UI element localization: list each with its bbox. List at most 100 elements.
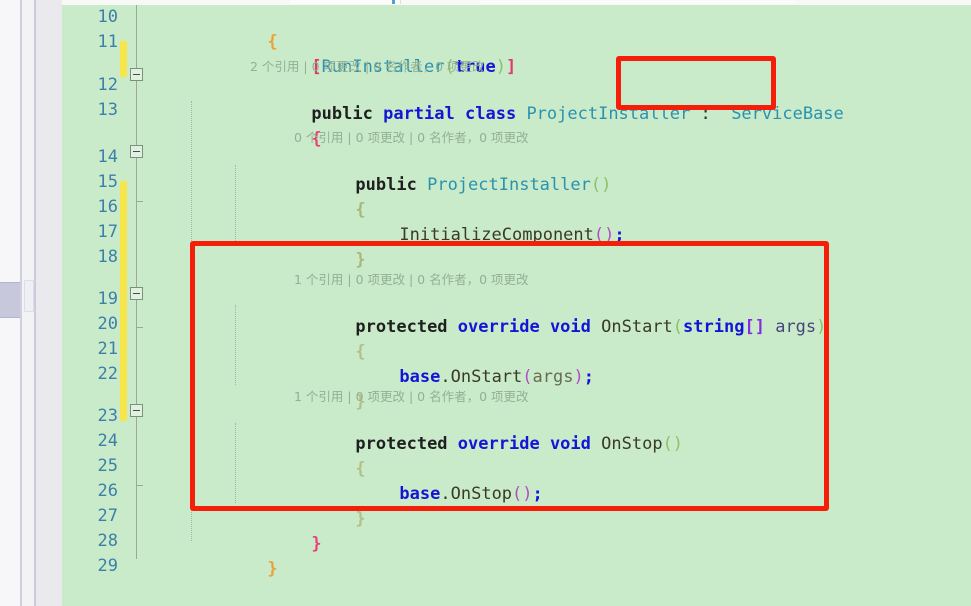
line-number: 25 bbox=[97, 456, 118, 476]
code-line-21-base-onstart[interactable]: base.OnStart(args); bbox=[338, 340, 594, 387]
statement-semicolon: ; bbox=[614, 225, 625, 245]
param-name-args: args bbox=[775, 317, 817, 337]
base-onstart-arg-args: args bbox=[532, 367, 574, 387]
line-number: 20 bbox=[97, 314, 118, 334]
keyword-override-onstart: override bbox=[457, 317, 540, 337]
keyword-base-onstart: base bbox=[399, 367, 441, 387]
code-line-22[interactable]: } bbox=[294, 365, 365, 412]
keyword-void-onstart: void bbox=[549, 317, 591, 337]
brace-close-onstop: } bbox=[355, 509, 366, 529]
line-number: 21 bbox=[97, 339, 118, 359]
line-number: 22 bbox=[97, 364, 118, 384]
line-number: 13 bbox=[97, 100, 118, 120]
auto-hide-panel-tab[interactable] bbox=[0, 282, 20, 318]
call-base-onstart: OnStart bbox=[450, 367, 523, 387]
inheritance-colon: : bbox=[700, 104, 711, 124]
toolbar-sliver-segment-1 bbox=[290, 0, 401, 4]
param-array-brackets: [] bbox=[744, 317, 765, 337]
keyword-void-onstop: void bbox=[549, 434, 591, 454]
call-initializecomponent: InitializeComponent bbox=[399, 225, 594, 245]
codelens-onstart[interactable]: 1 个引用 | 0 项更改 | 0 名作者，0 项更改 bbox=[294, 271, 529, 289]
onstart-paren-open: ( bbox=[672, 317, 684, 337]
brace-close-class: } bbox=[311, 534, 322, 554]
line-number: 11 bbox=[97, 32, 118, 52]
attribute-paren-close: ) bbox=[495, 57, 506, 77]
call-base-onstop: OnStop bbox=[450, 484, 513, 504]
onstart-paren-close: ) bbox=[816, 317, 827, 337]
toolbar-sliver-caret bbox=[392, 0, 395, 4]
code-line-17[interactable]: } bbox=[294, 223, 365, 270]
code-editor-surface[interactable]: 10 11 12 13 14 15 16 17 18 19 20 21 22 2… bbox=[62, 5, 971, 606]
codelens-constructor[interactable]: 0 个引用 | 0 项更改 | 0 名作者，0 项更改 bbox=[294, 129, 529, 147]
keyword-override-onstop: override bbox=[457, 434, 540, 454]
line-number: 26 bbox=[97, 481, 118, 501]
indent-guide-level-1 bbox=[191, 101, 192, 541]
toolbar-sliver-segment-2 bbox=[480, 0, 796, 4]
base-onstart-semicolon: ; bbox=[583, 367, 594, 387]
outline-guide-line bbox=[136, 5, 137, 559]
visual-studio-code-editor-window: 10 11 12 13 14 15 16 17 18 19 20 21 22 2… bbox=[0, 0, 971, 606]
line-number: 27 bbox=[97, 506, 118, 526]
keyword-base-onstop: base bbox=[399, 484, 441, 504]
keyword-protected-onstart: protected bbox=[355, 317, 448, 337]
line-number: 15 bbox=[97, 172, 118, 192]
line-number: 24 bbox=[97, 431, 118, 451]
line-number: 28 bbox=[97, 531, 118, 551]
code-line-28[interactable]: } bbox=[206, 532, 277, 579]
code-line-15[interactable]: { bbox=[294, 173, 365, 220]
keyword-partial: partial bbox=[383, 104, 455, 124]
fold-tick-d bbox=[136, 485, 143, 486]
attribute-close-bracket: ] bbox=[505, 57, 517, 77]
keyword-protected-onstop: protected bbox=[355, 434, 448, 454]
fold-tick-c bbox=[136, 327, 143, 328]
codelens-class[interactable]: 2 个引用 | 0 项更改 | 0 名作者，0 项更改 bbox=[250, 58, 485, 76]
onstop-parens: () bbox=[662, 434, 684, 454]
code-line-26[interactable]: } bbox=[294, 482, 365, 529]
call-paren-open: ( bbox=[593, 225, 605, 245]
code-line-13[interactable]: { bbox=[250, 102, 321, 149]
brace-close-namespace: } bbox=[267, 559, 278, 579]
editor-left-margin bbox=[36, 0, 62, 606]
code-line-12-class-decl[interactable]: public partial class ProjectInstaller : … bbox=[250, 77, 843, 124]
code-line-11-attribute[interactable]: [RunInstaller(true)] bbox=[250, 30, 516, 77]
line-number: 19 bbox=[97, 289, 118, 309]
indent-guide-level-2c bbox=[235, 423, 236, 503]
base-onstop-paren-open: ( bbox=[512, 484, 523, 504]
base-onstop-semicolon: ; bbox=[532, 484, 543, 504]
code-line-14-ctor-decl[interactable]: public ProjectInstaller() bbox=[294, 148, 611, 195]
line-number: 17 bbox=[97, 222, 118, 242]
base-onstart-paren-open: ( bbox=[522, 367, 533, 387]
member-access-dot-onstop: . bbox=[440, 484, 451, 504]
line-number: 23 bbox=[97, 406, 118, 426]
code-line-27[interactable]: } bbox=[250, 507, 321, 554]
member-access-dot-onstart: . bbox=[440, 367, 451, 387]
indent-guide-level-2a bbox=[235, 165, 236, 245]
code-line-10[interactable]: { bbox=[206, 5, 277, 52]
code-line-16-initializecomponent[interactable]: InitializeComponent(); bbox=[338, 198, 624, 245]
code-line-20[interactable]: { bbox=[294, 315, 365, 362]
call-paren-close: ) bbox=[604, 225, 615, 245]
indent-guide-level-2b bbox=[235, 305, 236, 385]
code-line-24[interactable]: { bbox=[294, 432, 365, 479]
code-line-25-base-onstop[interactable]: base.OnStop(); bbox=[338, 457, 542, 504]
panel-grip-handle[interactable] bbox=[24, 280, 34, 312]
codelens-onstop[interactable]: 1 个引用 | 0 项更改 | 0 名作者，0 项更改 bbox=[294, 388, 529, 406]
line-number: 14 bbox=[97, 147, 118, 167]
fold-tick-b bbox=[136, 201, 143, 202]
fold-toggle-line-19[interactable] bbox=[130, 287, 143, 300]
fold-toggle-line-12[interactable] bbox=[130, 68, 143, 81]
fold-toggle-line-14[interactable] bbox=[130, 145, 143, 158]
fold-toggle-line-23[interactable] bbox=[130, 404, 143, 417]
brace-close-ctor: } bbox=[355, 250, 366, 270]
param-type-string: string bbox=[683, 317, 745, 337]
keyword-class: class bbox=[465, 104, 517, 124]
code-line-19-onstart-decl[interactable]: protected override void OnStart(string[]… bbox=[294, 290, 826, 337]
base-onstart-paren-close: ) bbox=[573, 367, 584, 387]
line-number: 10 bbox=[97, 7, 118, 27]
line-number: 29 bbox=[97, 556, 118, 576]
class-name-projectinstaller: ProjectInstaller bbox=[526, 104, 691, 124]
code-line-23-onstop-decl[interactable]: protected override void OnStop() bbox=[294, 407, 683, 454]
line-number: 16 bbox=[97, 197, 118, 217]
constructor-parens: () bbox=[590, 175, 612, 195]
change-bar-unsaved-a bbox=[120, 41, 127, 77]
